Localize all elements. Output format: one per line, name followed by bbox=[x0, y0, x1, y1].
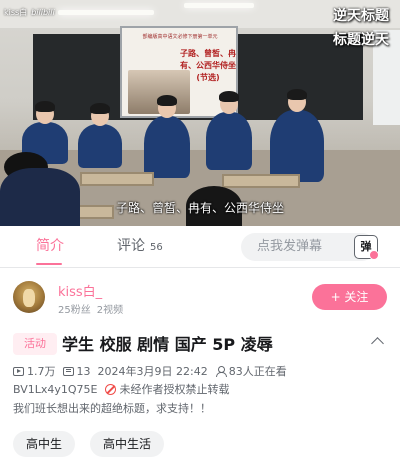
copyright-notice: 未经作者授权禁止转载 bbox=[119, 383, 230, 396]
fans-count: 25粉丝 bbox=[58, 305, 91, 316]
tab-comments[interactable]: 评论 56 bbox=[117, 226, 163, 266]
video-title: 学生 校服 剧情 国产 5P 凌辱 bbox=[62, 335, 273, 354]
watching-count: 83人正在看 bbox=[228, 365, 287, 378]
publish-date: 2024年3月9日 22:42 bbox=[97, 365, 208, 378]
view-count: 1.7万 bbox=[27, 365, 56, 378]
video-count: 2视频 bbox=[96, 305, 124, 316]
viewers-icon bbox=[215, 365, 227, 377]
classroom-desk bbox=[80, 172, 154, 186]
active-tab-indicator bbox=[36, 263, 62, 265]
video-watermark: kiss白 bilibili bbox=[4, 8, 55, 17]
tag-chip[interactable]: 高中生活 bbox=[90, 431, 165, 457]
classroom-desk bbox=[222, 174, 300, 188]
student-figure bbox=[270, 89, 324, 182]
danmaku-count: 13 bbox=[76, 364, 91, 378]
ceiling-light bbox=[58, 10, 154, 15]
activity-tag[interactable]: 活动 bbox=[13, 333, 57, 355]
play-count-icon bbox=[13, 366, 24, 376]
screen-heading: 部编版高中语文必修下册第一单元 bbox=[142, 34, 218, 40]
video-description: 我们班长想出来的超绝标题，求支持！！ bbox=[13, 402, 211, 415]
danmaku-placeholder: 点我发弹幕 bbox=[257, 239, 323, 254]
comment-count: 56 bbox=[150, 242, 163, 253]
danmaku-status-dot bbox=[369, 250, 379, 260]
student-figure bbox=[144, 95, 190, 178]
bvid[interactable]: BV1Lx4y1Q75E bbox=[13, 383, 97, 396]
video-player[interactable]: 部编版高中语文必修下册第一单元 子路、曾皙、冉有、公西华侍坐 (节选) kiss… bbox=[0, 0, 400, 226]
uploader-stats: 25粉丝 2视频 bbox=[58, 301, 123, 316]
tab-intro[interactable]: 简介 bbox=[36, 226, 64, 266]
foreground-student bbox=[0, 168, 80, 226]
video-subtitle: 子路、曾皙、冉有、公西华侍坐 bbox=[115, 201, 284, 215]
danmaku-count-icon bbox=[62, 366, 74, 376]
uploader-avatar[interactable] bbox=[13, 281, 45, 313]
student-figure bbox=[206, 91, 252, 170]
tag-chip[interactable]: 高中生 bbox=[13, 431, 76, 457]
follow-button[interactable]: + 关注 bbox=[312, 284, 387, 310]
detail-tab-bar: 简介 评论 56 点我发弹幕 弹 bbox=[0, 226, 400, 268]
chevron-up-icon[interactable] bbox=[371, 337, 384, 350]
corner-title: 逆天标题 标题逆天 bbox=[333, 8, 389, 48]
uploader-name[interactable]: kiss白_ bbox=[58, 281, 102, 300]
video-stats: 1.7万 13 2024年3月9日 22:42 83人正在看 bbox=[13, 363, 287, 379]
student-figure bbox=[78, 103, 122, 168]
no-repost-icon bbox=[105, 383, 117, 395]
bvid-line: BV1Lx4y1Q75E 未经作者授权禁止转载 bbox=[13, 381, 229, 397]
ceiling-light bbox=[184, 3, 254, 8]
